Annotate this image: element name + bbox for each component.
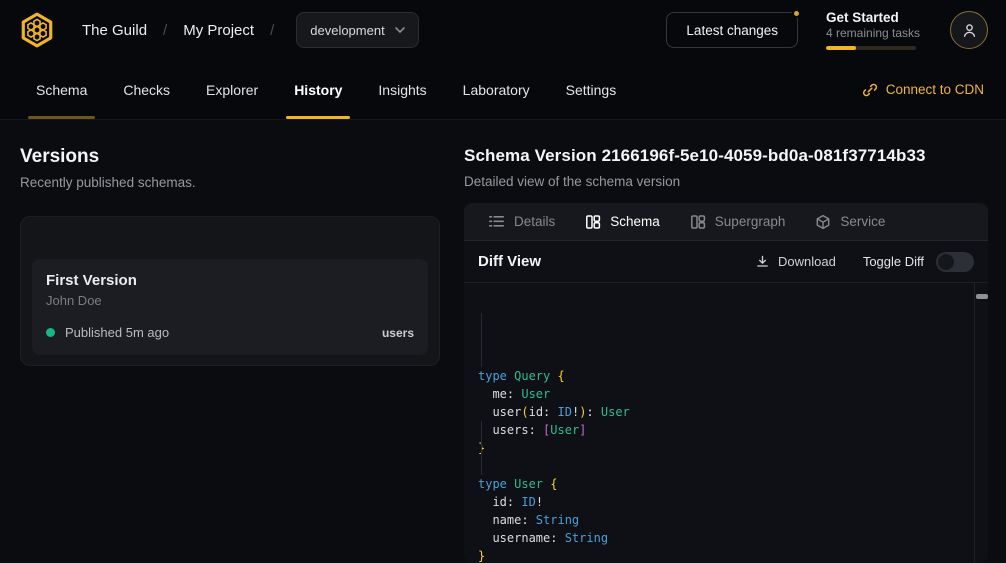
code-line: users: [User] (478, 421, 968, 439)
tab-history[interactable]: History (280, 60, 356, 119)
primary-tabs: SchemaChecksExplorerHistoryInsightsLabor… (22, 60, 630, 119)
primary-nav: SchemaChecksExplorerHistoryInsightsLabor… (0, 60, 1006, 120)
user-menu-button[interactable] (950, 11, 988, 49)
diff-view-header: Diff View Download Toggle Diff (464, 241, 988, 283)
latest-changes-button[interactable]: Latest changes (666, 12, 798, 48)
tab-label: Details (514, 214, 555, 229)
schema-view-tabs: Details Schema Supergraph Service (464, 203, 988, 241)
code-line (478, 457, 968, 475)
tab-explorer[interactable]: Explorer (192, 60, 272, 119)
code-scrollbar (974, 283, 988, 563)
code-line: me: User (478, 385, 968, 403)
breadcrumb-separator: / (270, 22, 274, 39)
breadcrumb-separator: / (163, 22, 167, 39)
download-button[interactable]: Download (755, 254, 836, 269)
tab-label: Schema (610, 214, 660, 229)
chevron-down-icon (395, 27, 405, 33)
user-icon (961, 22, 978, 39)
versions-subtitle: Recently published schemas. (20, 175, 440, 190)
diff-view-title: Diff View (478, 253, 541, 270)
target-select-value: development (310, 23, 384, 38)
get-started-title: Get Started (826, 10, 922, 25)
toggle-knob (938, 254, 954, 270)
code-line: name: String (478, 511, 968, 529)
link-icon (862, 82, 878, 98)
cube-icon (815, 214, 831, 230)
schema-sdl-code: type Query { me: User user(id: ID!): Use… (464, 283, 988, 563)
schema-version-title: Schema Version 2166196f-5e10-4059-bd0a-0… (464, 146, 988, 166)
toggle-diff-label: Toggle Diff (863, 254, 924, 269)
get-started-progress-fill (826, 46, 856, 50)
target-select[interactable]: development (296, 12, 418, 48)
schema-version-card: Details Schema Supergraph Service Diff View… (464, 203, 988, 563)
schema-version-subtitle: Detailed view of the schema version (464, 174, 988, 189)
tab-laboratory[interactable]: Laboratory (449, 60, 544, 119)
version-name: First Version (46, 272, 414, 289)
tab-label: Supergraph (715, 214, 786, 229)
schema-version-panel: Schema Version 2166196f-5e10-4059-bd0a-0… (455, 120, 1006, 563)
tab-settings[interactable]: Settings (552, 60, 631, 119)
version-status: Published 5m ago (65, 325, 169, 340)
schema-view-tab-schema[interactable]: Schema (571, 203, 674, 240)
code-line: user(id: ID!): User (478, 403, 968, 421)
tab-schema[interactable]: Schema (22, 60, 101, 119)
notification-dot (792, 9, 801, 18)
code-line: id: ID! (478, 493, 968, 511)
schema-view-tab-supergraph[interactable]: Supergraph (676, 203, 800, 240)
breadcrumb-org[interactable]: The Guild (82, 22, 147, 39)
tab-label: Service (840, 214, 885, 229)
published-status-dot (46, 328, 55, 337)
versions-panel: Versions Recently published schemas. Fir… (0, 120, 455, 563)
schema-view-tab-service[interactable]: Service (801, 203, 899, 240)
code-line: type User { (478, 475, 968, 493)
indent-guide (481, 421, 482, 475)
versions-title: Versions (20, 146, 440, 168)
hive-logo-icon[interactable] (18, 11, 56, 49)
get-started-remaining: 4 remaining tasks (826, 26, 922, 40)
code-line: username: String (478, 529, 968, 547)
breadcrumb: The Guild / My Project / development (82, 12, 419, 48)
tab-insights[interactable]: Insights (364, 60, 440, 119)
service-badge: users (382, 326, 414, 340)
indent-guide (481, 313, 482, 367)
code-line: } (478, 439, 968, 457)
get-started-widget[interactable]: Get Started 4 remaining tasks (826, 10, 922, 50)
tab-checks[interactable]: Checks (109, 60, 184, 119)
connect-to-cdn-button[interactable]: Connect to CDN (862, 60, 984, 119)
code-line: type Query { (478, 367, 968, 385)
breadcrumb-project[interactable]: My Project (183, 22, 254, 39)
code-scrollbar-thumb[interactable] (976, 294, 988, 299)
toggle-diff-switch[interactable] (936, 252, 974, 272)
versions-list: First Version John Doe Published 5m ago … (20, 216, 440, 366)
main-content: Versions Recently published schemas. Fir… (0, 120, 1006, 563)
download-icon (755, 254, 770, 269)
version-author: John Doe (46, 293, 414, 308)
list-icon (488, 214, 505, 229)
app-header: The Guild / My Project / development Lat… (0, 0, 1006, 60)
columns-icon (690, 214, 706, 230)
columns-icon (585, 214, 601, 230)
version-list-item[interactable]: First Version John Doe Published 5m ago … (32, 259, 428, 355)
get-started-progressbar (826, 46, 916, 50)
schema-view-tab-details[interactable]: Details (474, 203, 569, 240)
code-line: } (478, 547, 968, 563)
